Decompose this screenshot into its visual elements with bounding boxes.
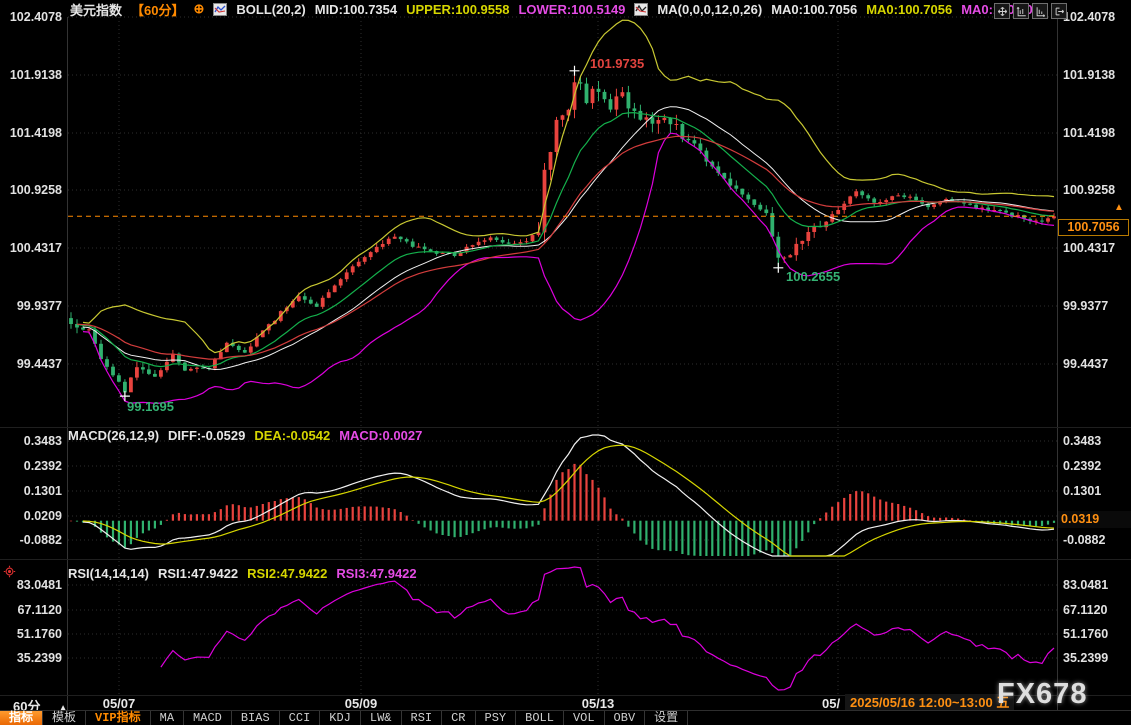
toolbar-item-KDJ[interactable]: KDJ bbox=[320, 711, 361, 725]
axis-label: 101.4198 bbox=[1063, 125, 1115, 141]
current-price-tag: 100.7056 bbox=[1058, 219, 1129, 236]
axis-label: 99.9377 bbox=[0, 298, 62, 314]
axis-label: 83.0481 bbox=[1063, 577, 1108, 593]
toolbar-item-VIP指标[interactable]: VIP指标 bbox=[86, 711, 151, 725]
toolbar-item-BIAS[interactable]: BIAS bbox=[232, 711, 280, 725]
date-label: 05/09 bbox=[339, 696, 383, 711]
toolbar-item-RSI[interactable]: RSI bbox=[402, 711, 443, 725]
toolbar-item-BOLL[interactable]: BOLL bbox=[516, 711, 564, 725]
macd-macd-value: MACD:0.0027 bbox=[339, 428, 422, 443]
export-right-icon[interactable] bbox=[1051, 3, 1067, 19]
axis-label: 99.4437 bbox=[0, 356, 62, 372]
rsi-panel-header: RSI(14,14,14) RSI1:47.9422 RSI2:47.9422 … bbox=[68, 566, 417, 581]
boll-indicator-icon[interactable] bbox=[213, 3, 227, 16]
fx678-watermark: FX678 bbox=[997, 678, 1087, 711]
axis-label: 51.1760 bbox=[1063, 626, 1108, 642]
crosshair-time-tooltip: 2025/05/16 12:00~13:00 五 bbox=[845, 694, 1014, 711]
toolbar-item-MACD[interactable]: MACD bbox=[184, 711, 232, 725]
axis-label: 0.3483 bbox=[0, 433, 62, 449]
ma-label: MA(0,0,0,12,0,26) bbox=[657, 2, 762, 17]
period-label[interactable]: 【60分】 bbox=[131, 0, 184, 19]
macd-diff-value: DIFF:-0.0529 bbox=[168, 428, 245, 443]
axis-label: 35.2399 bbox=[0, 650, 62, 666]
ma0-value-2: MA0:100.7056 bbox=[866, 2, 952, 17]
toolbar-item-MA[interactable]: MA bbox=[151, 711, 184, 725]
date-label-partial: 05/ bbox=[822, 696, 840, 711]
boll-upper-value: UPPER:100.9558 bbox=[406, 2, 509, 17]
toolbar-item-CCI[interactable]: CCI bbox=[280, 711, 321, 725]
chart-tool-buttons bbox=[994, 3, 1067, 19]
macd-panel-header: MACD(26,12,9) DIFF:-0.0529 DEA:-0.0542 M… bbox=[68, 428, 422, 443]
boll-lower-value: LOWER:100.5149 bbox=[518, 2, 625, 17]
chart-canvas[interactable] bbox=[0, 0, 1131, 725]
date-label: 05/13 bbox=[576, 696, 620, 711]
add-icon[interactable]: ⊕ bbox=[193, 1, 204, 17]
axis-label: 101.4198 bbox=[0, 125, 62, 141]
date-label: 05/07 bbox=[97, 696, 141, 711]
rsi-label: RSI(14,14,14) bbox=[68, 566, 149, 581]
rsi3-value: RSI3:47.9422 bbox=[336, 566, 416, 581]
macd-label: MACD(26,12,9) bbox=[68, 428, 159, 443]
annotation-low-left: 99.1695 bbox=[127, 399, 174, 414]
annotation-high: 101.9735 bbox=[590, 56, 644, 71]
axis-label: 0.1301 bbox=[1063, 483, 1101, 499]
axis-label: 51.1760 bbox=[0, 626, 62, 642]
macd-dea-value: DEA:-0.0542 bbox=[254, 428, 330, 443]
trading-app-window: 美元指数 【60分】 ⊕ BOLL(20,2) MID:100.7354 UPP… bbox=[0, 0, 1131, 725]
toolbar-item-CR[interactable]: CR bbox=[442, 711, 475, 725]
axis-label: 100.9258 bbox=[1063, 182, 1115, 198]
axis-label: 101.9138 bbox=[0, 67, 62, 83]
toolbar-item-OBV[interactable]: OBV bbox=[605, 711, 646, 725]
ma0-value-1: MA0:100.7056 bbox=[771, 2, 857, 17]
axis-label: 99.4437 bbox=[1063, 356, 1108, 372]
toolbar-item-PSY[interactable]: PSY bbox=[476, 711, 517, 725]
boll-label: BOLL(20,2) bbox=[236, 2, 305, 17]
axis-scale-right-icon[interactable] bbox=[1032, 3, 1048, 19]
chart-header: 美元指数 【60分】 ⊕ BOLL(20,2) MID:100.7354 UPP… bbox=[70, 1, 1033, 17]
axis-label: 67.1120 bbox=[0, 602, 62, 618]
toolbar-item-LW&[interactable]: LW& bbox=[361, 711, 402, 725]
indicator-toolbar: 指标模板VIP指标MAMACDBIASCCIKDJLW&RSICRPSYBOLL… bbox=[0, 710, 1131, 725]
boll-mid-value: MID:100.7354 bbox=[315, 2, 397, 17]
axis-label: 0.3483 bbox=[1063, 433, 1101, 449]
axis-label: 0.2392 bbox=[1063, 458, 1101, 474]
axis-label: 100.4317 bbox=[0, 240, 62, 256]
axis-label: 100.4317 bbox=[1063, 240, 1115, 256]
macd-value-tag: 0.0319 bbox=[1058, 511, 1131, 528]
toolbar-item-指标[interactable]: 指标 bbox=[0, 711, 43, 725]
rsi1-value: RSI1:47.9422 bbox=[158, 566, 238, 581]
axis-label: 100.9258 bbox=[0, 182, 62, 198]
toolbar-item-设置[interactable]: 设置 bbox=[645, 711, 688, 725]
pan-move-icon[interactable] bbox=[994, 3, 1010, 19]
symbol-name: 美元指数 bbox=[70, 0, 122, 19]
axis-label: 99.9377 bbox=[1063, 298, 1108, 314]
axis-label: 102.4078 bbox=[1063, 9, 1115, 25]
price-alert-arrow-icon: ▲ bbox=[1114, 203, 1124, 213]
axis-label: 101.9138 bbox=[1063, 67, 1115, 83]
axis-label: -0.0882 bbox=[1063, 532, 1105, 548]
rsi2-value: RSI2:47.9422 bbox=[247, 566, 327, 581]
axis-label: 35.2399 bbox=[1063, 650, 1108, 666]
toolbar-item-VOL[interactable]: VOL bbox=[564, 711, 605, 725]
axis-label: 102.4078 bbox=[0, 9, 62, 25]
axis-label: 0.2392 bbox=[0, 458, 62, 474]
axis-label: 0.0209 bbox=[0, 508, 62, 524]
axis-label: 67.1120 bbox=[1063, 602, 1108, 618]
axis-label: 0.1301 bbox=[0, 483, 62, 499]
annotation-low-mid: 100.2655 bbox=[786, 269, 840, 284]
axis-scale-left-icon[interactable] bbox=[1013, 3, 1029, 19]
alert-icon[interactable] bbox=[3, 565, 16, 583]
axis-label: -0.0882 bbox=[0, 532, 62, 548]
ma-indicator-icon[interactable] bbox=[634, 3, 648, 16]
toolbar-item-模板[interactable]: 模板 bbox=[43, 711, 86, 725]
